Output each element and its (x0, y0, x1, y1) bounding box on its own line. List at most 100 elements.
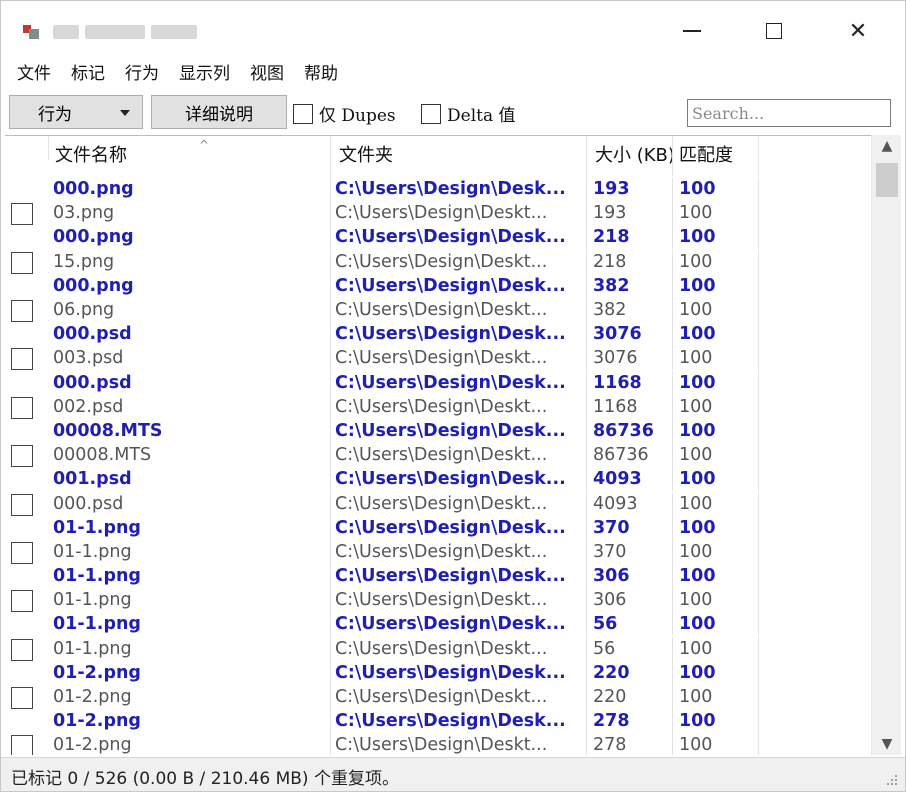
file-row[interactable]: 00008.MTS C:\Users\Design\Deskt... 86736 10… (5, 443, 871, 468)
cell-filename: 01-2.png (49, 660, 331, 685)
cell-folder: C:\Users\Design\Desk... (331, 564, 587, 589)
menu-action[interactable]: 行为 (115, 59, 169, 89)
file-row[interactable]: 03.png C:\Users\Design\Deskt... 193 100 (5, 201, 871, 226)
cell-folder: C:\Users\Design\Deskt... (331, 394, 587, 419)
cell-size: 218 (587, 225, 673, 250)
row-checkbox[interactable] (11, 300, 33, 323)
title-bar[interactable]: ✕ (1, 1, 905, 59)
group-header-row[interactable]: 000.psd C:\Users\Design\Desk... 1168 100 (5, 370, 871, 395)
group-header-row[interactable]: 01-1.png C:\Users\Design\Desk... 370 100 (5, 515, 871, 540)
cell-size: 278 (587, 709, 673, 734)
cell-match: 100 (673, 225, 759, 250)
cell-filename: 003.psd (49, 346, 331, 371)
scroll-down-icon[interactable]: ▼ (872, 733, 902, 755)
header-match[interactable]: 匹配度 (673, 136, 759, 176)
cell-folder: C:\Users\Design\Desk... (331, 418, 587, 443)
close-button[interactable]: ✕ (835, 13, 881, 49)
cell-size: 220 (587, 660, 673, 685)
file-row[interactable]: 01-1.png C:\Users\Design\Deskt... 306 100 (5, 588, 871, 613)
cell-match: 100 (673, 733, 759, 755)
minimize-button[interactable] (669, 13, 715, 49)
menu-file[interactable]: 文件 (7, 59, 61, 89)
status-text: 已标记 0 / 526 (0.00 B / 210.46 MB) 个重复项。 (11, 769, 399, 789)
delta-toggle[interactable]: Delta 值 (421, 101, 516, 126)
cell-match: 100 (673, 709, 759, 734)
header-folder[interactable]: 文件夹 (331, 136, 587, 176)
group-header-row[interactable]: 01-2.png C:\Users\Design\Desk... 278 100 (5, 709, 871, 734)
cell-folder: C:\Users\Design\Deskt... (331, 491, 587, 516)
cell-filename: 03.png (49, 201, 331, 226)
group-header-row[interactable]: 000.psd C:\Users\Design\Desk... 3076 100 (5, 322, 871, 347)
row-checkbox[interactable] (11, 251, 33, 274)
row-checkbox[interactable] (11, 396, 33, 419)
action-dropdown[interactable]: 行为 (9, 95, 143, 129)
row-checkbox[interactable] (11, 687, 33, 710)
file-row[interactable]: 003.psd C:\Users\Design\Deskt... 3076 100 (5, 346, 871, 371)
scroll-up-icon[interactable]: ▲ (872, 135, 902, 157)
file-row[interactable]: 01-1.png C:\Users\Design\Deskt... 370 100 (5, 539, 871, 564)
group-header-row[interactable]: 000.png C:\Users\Design\Desk... 382 100 (5, 273, 871, 298)
header-checkbox-column[interactable] (5, 136, 49, 160)
menu-view[interactable]: 视图 (240, 59, 294, 89)
maximize-button[interactable] (751, 13, 797, 49)
scroll-thumb[interactable] (876, 163, 898, 197)
group-header-row[interactable]: 000.png C:\Users\Design\Desk... 218 100 (5, 225, 871, 250)
file-row[interactable]: 002.psd C:\Users\Design\Deskt... 1168 100 (5, 394, 871, 419)
header-size[interactable]: 大小 (KB) (587, 136, 673, 176)
group-header-row[interactable]: 01-1.png C:\Users\Design\Desk... 56 100 (5, 612, 871, 637)
row-checkbox-cell (5, 564, 49, 588)
maximize-icon (766, 23, 782, 39)
cell-size: 86736 (587, 443, 673, 468)
file-row[interactable]: 000.psd C:\Users\Design\Deskt... 4093 100 (5, 491, 871, 516)
header-filename[interactable]: 文件名称 ^ (49, 136, 331, 176)
search-input[interactable] (687, 99, 891, 127)
cell-size: 1168 (587, 394, 673, 419)
cell-size: 370 (587, 539, 673, 564)
cell-size: 4093 (587, 491, 673, 516)
file-row[interactable]: 01-1.png C:\Users\Design\Deskt... 56 100 (5, 636, 871, 661)
file-row[interactable]: 01-2.png C:\Users\Design\Deskt... 220 100 (5, 685, 871, 710)
group-header-row[interactable]: 001.psd C:\Users\Design\Desk... 4093 100 (5, 467, 871, 492)
row-checkbox[interactable] (11, 493, 33, 516)
only-dupes-toggle[interactable]: 仅 Dupes (293, 101, 396, 126)
group-header-row[interactable]: 00008.MTS C:\Users\Design\Desk... 86736 100 (5, 418, 871, 443)
group-header-row[interactable]: 01-1.png C:\Users\Design\Desk... 306 100 (5, 564, 871, 589)
cell-size: 86736 (587, 418, 673, 443)
file-row[interactable]: 15.png C:\Users\Design\Deskt... 218 100 (5, 249, 871, 274)
row-checkbox-cell (5, 322, 49, 346)
group-header-row[interactable]: 01-2.png C:\Users\Design\Desk... 220 100 (5, 660, 871, 685)
cell-folder: C:\Users\Design\Deskt... (331, 201, 587, 226)
delta-checkbox[interactable] (421, 103, 441, 124)
results-list: 文件名称 ^ 文件夹 大小 (KB) 匹配度 000.png C:\Users\D… (5, 135, 871, 755)
cell-match: 100 (673, 201, 759, 226)
row-checkbox[interactable] (11, 445, 33, 468)
row-checkbox-cell (5, 540, 49, 564)
cell-folder: C:\Users\Design\Deskt... (331, 588, 587, 613)
cell-folder: C:\Users\Design\Deskt... (331, 298, 587, 323)
file-row[interactable]: 06.png C:\Users\Design\Deskt... 382 100 (5, 298, 871, 323)
row-checkbox[interactable] (11, 541, 33, 564)
row-checkbox-cell (5, 516, 49, 540)
row-checkbox[interactable] (11, 590, 33, 613)
row-checkbox[interactable] (11, 638, 33, 661)
group-header-row[interactable]: 000.png C:\Users\Design\Desk... 193 100 (5, 177, 871, 202)
row-checkbox[interactable] (11, 735, 33, 755)
details-button[interactable]: 详细说明 (151, 95, 287, 129)
vertical-scrollbar[interactable]: ▲ ▼ (871, 135, 901, 755)
row-checkbox[interactable] (11, 348, 33, 371)
cell-folder: C:\Users\Design\Desk... (331, 225, 587, 250)
row-checkbox-cell (5, 467, 49, 491)
cell-folder: C:\Users\Design\Desk... (331, 467, 587, 492)
resize-grip-icon[interactable] (885, 773, 897, 785)
only-dupes-checkbox[interactable] (293, 103, 313, 124)
cell-folder: C:\Users\Design\Desk... (331, 515, 587, 540)
row-checkbox[interactable] (11, 203, 33, 226)
menu-columns[interactable]: 显示列 (169, 59, 240, 89)
menu-help[interactable]: 帮助 (294, 59, 348, 89)
cell-match: 100 (673, 273, 759, 298)
only-dupes-label: 仅 Dupes (319, 106, 396, 126)
file-row[interactable]: 01-2.png C:\Users\Design\Deskt... 278 100 (5, 733, 871, 755)
row-checkbox-cell (5, 250, 49, 274)
cell-size: 193 (587, 177, 673, 202)
menu-mark[interactable]: 标记 (61, 59, 115, 89)
